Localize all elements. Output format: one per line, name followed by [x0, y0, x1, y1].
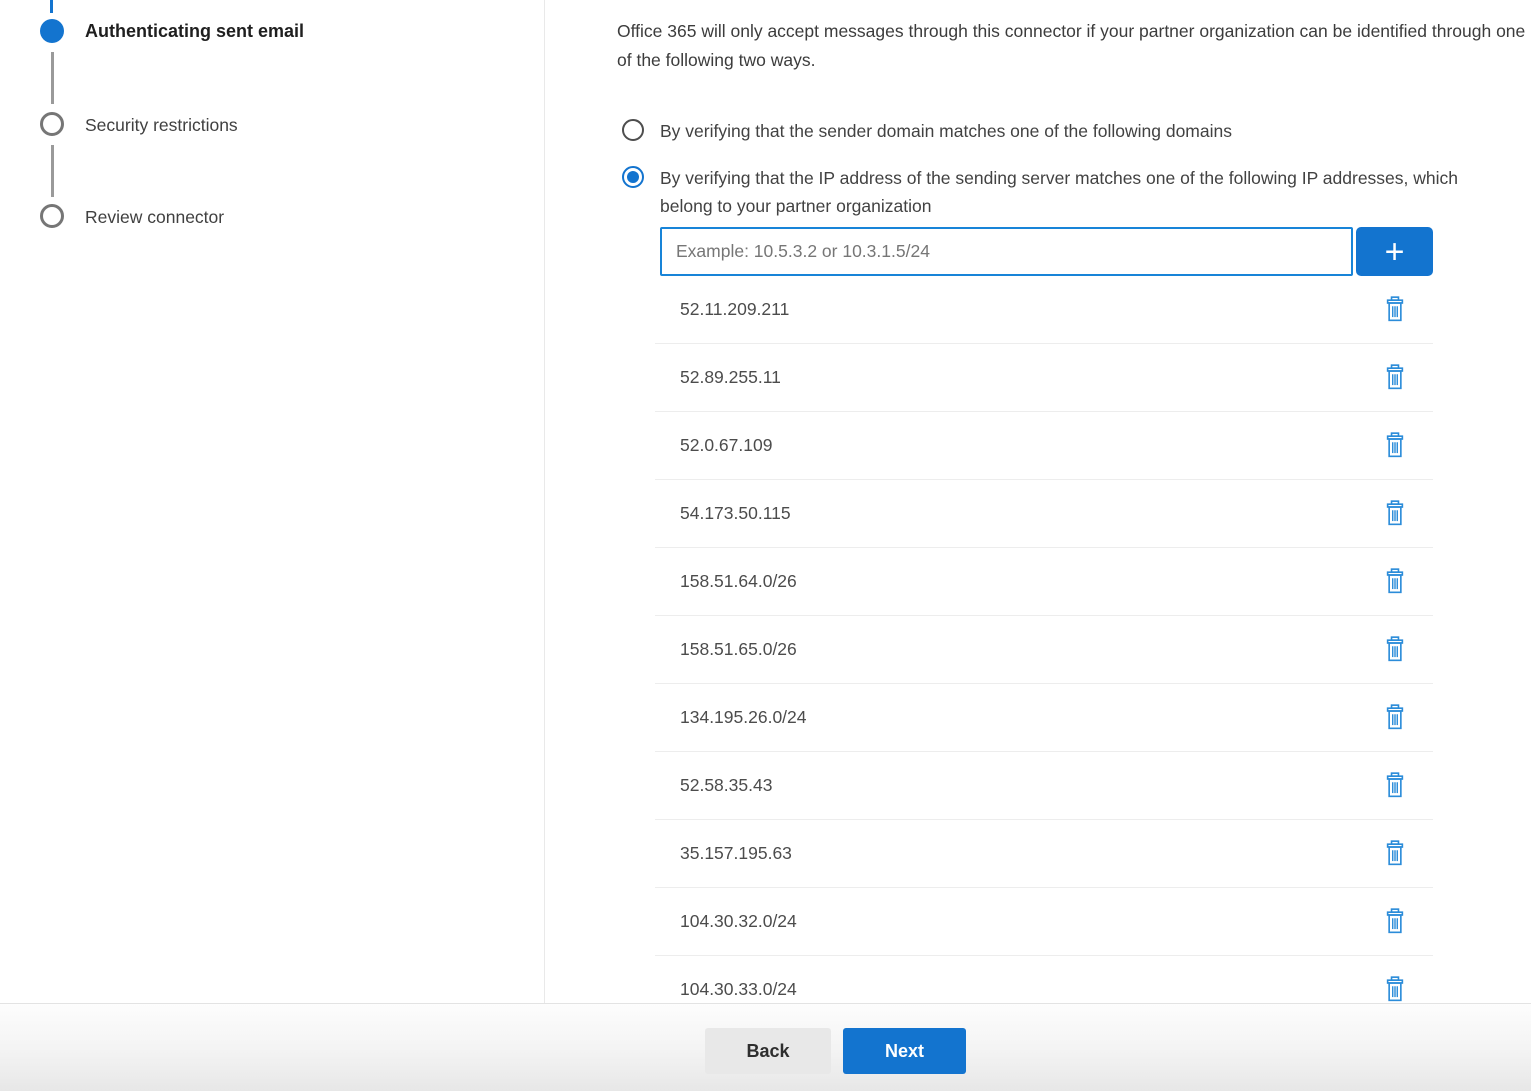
option-sender-domain[interactable]: By verifying that the sender domain matc…	[622, 117, 1531, 145]
stepper-connector	[51, 52, 54, 104]
ip-row: 52.58.35.43	[655, 752, 1433, 820]
radio-selected-icon[interactable]	[622, 166, 644, 188]
ip-value: 104.30.33.0/24	[680, 979, 797, 1000]
step-security-restrictions: Security restrictions	[85, 115, 238, 136]
wizard-content: Office 365 will only accept messages thr…	[546, 0, 1531, 1003]
delete-ip-button[interactable]	[1381, 635, 1409, 665]
trash-icon	[1382, 975, 1408, 1003]
ip-row: 52.11.209.211	[655, 276, 1433, 344]
trash-icon	[1382, 703, 1408, 732]
delete-ip-button[interactable]	[1381, 431, 1409, 461]
ip-address-list: 52.11.209.211 52.89.255.11 52.0.67.109 5…	[655, 276, 1433, 1003]
stepper-connector-top	[50, 0, 53, 13]
option-sender-domain-label: By verifying that the sender domain matc…	[660, 117, 1232, 145]
wizard-footer: Back Next	[0, 1003, 1531, 1091]
trash-icon	[1382, 499, 1408, 528]
ip-entry-row: +	[660, 227, 1531, 276]
ip-row: 104.30.33.0/24	[655, 956, 1433, 1003]
ip-value: 52.11.209.211	[680, 299, 789, 320]
ip-row: 134.195.26.0/24	[655, 684, 1433, 752]
ip-value: 104.30.32.0/24	[680, 911, 797, 932]
ip-row: 52.0.67.109	[655, 412, 1433, 480]
trash-icon	[1382, 295, 1408, 324]
ip-address-input[interactable]	[660, 227, 1353, 276]
stepper-connector	[51, 145, 54, 197]
trash-icon	[1382, 907, 1408, 936]
ip-value: 158.51.65.0/26	[680, 639, 797, 660]
trash-icon	[1382, 363, 1408, 392]
page-description: Office 365 will only accept messages thr…	[617, 17, 1531, 75]
radio-unselected-icon[interactable]	[622, 119, 644, 141]
delete-ip-button[interactable]	[1381, 975, 1409, 1004]
ip-value: 158.51.64.0/26	[680, 571, 797, 592]
ip-value: 52.58.35.43	[680, 775, 772, 796]
step-review-connector: Review connector	[85, 207, 224, 228]
delete-ip-button[interactable]	[1381, 295, 1409, 325]
delete-ip-button[interactable]	[1381, 567, 1409, 597]
ip-row: 52.89.255.11	[655, 344, 1433, 412]
step-indicator-idle-icon	[40, 204, 64, 228]
circle-icon	[40, 112, 64, 136]
ip-row: 35.157.195.63	[655, 820, 1433, 888]
add-ip-button[interactable]: +	[1356, 227, 1433, 276]
circle-icon	[40, 204, 64, 228]
next-button[interactable]: Next	[843, 1028, 966, 1074]
wizard-steps-panel: Authenticating sent email Security restr…	[0, 0, 545, 1003]
ip-value: 52.0.67.109	[680, 435, 772, 456]
step-indicator-idle-icon	[40, 112, 64, 136]
delete-ip-button[interactable]	[1381, 499, 1409, 529]
ip-row: 158.51.64.0/26	[655, 548, 1433, 616]
trash-icon	[1382, 431, 1408, 460]
option-ip-address-label: By verifying that the IP address of the …	[660, 164, 1478, 220]
delete-ip-button[interactable]	[1381, 771, 1409, 801]
option-ip-address[interactable]: By verifying that the IP address of the …	[622, 164, 1531, 220]
ip-row: 104.30.32.0/24	[655, 888, 1433, 956]
ip-value: 54.173.50.115	[680, 503, 791, 524]
ip-value: 35.157.195.63	[680, 843, 792, 864]
radio-dot	[627, 171, 639, 183]
delete-ip-button[interactable]	[1381, 703, 1409, 733]
trash-icon	[1382, 635, 1408, 664]
ip-value: 52.89.255.11	[680, 367, 781, 388]
delete-ip-button[interactable]	[1381, 363, 1409, 393]
delete-ip-button[interactable]	[1381, 839, 1409, 869]
step-indicator-active-icon	[40, 19, 64, 43]
trash-icon	[1382, 567, 1408, 596]
delete-ip-button[interactable]	[1381, 907, 1409, 937]
trash-icon	[1382, 771, 1408, 800]
ip-value: 134.195.26.0/24	[680, 707, 807, 728]
ip-row: 158.51.65.0/26	[655, 616, 1433, 684]
ip-row: 54.173.50.115	[655, 480, 1433, 548]
step-authenticating-sent-email: Authenticating sent email	[85, 21, 304, 42]
trash-icon	[1382, 839, 1408, 868]
back-button[interactable]: Back	[705, 1028, 831, 1074]
